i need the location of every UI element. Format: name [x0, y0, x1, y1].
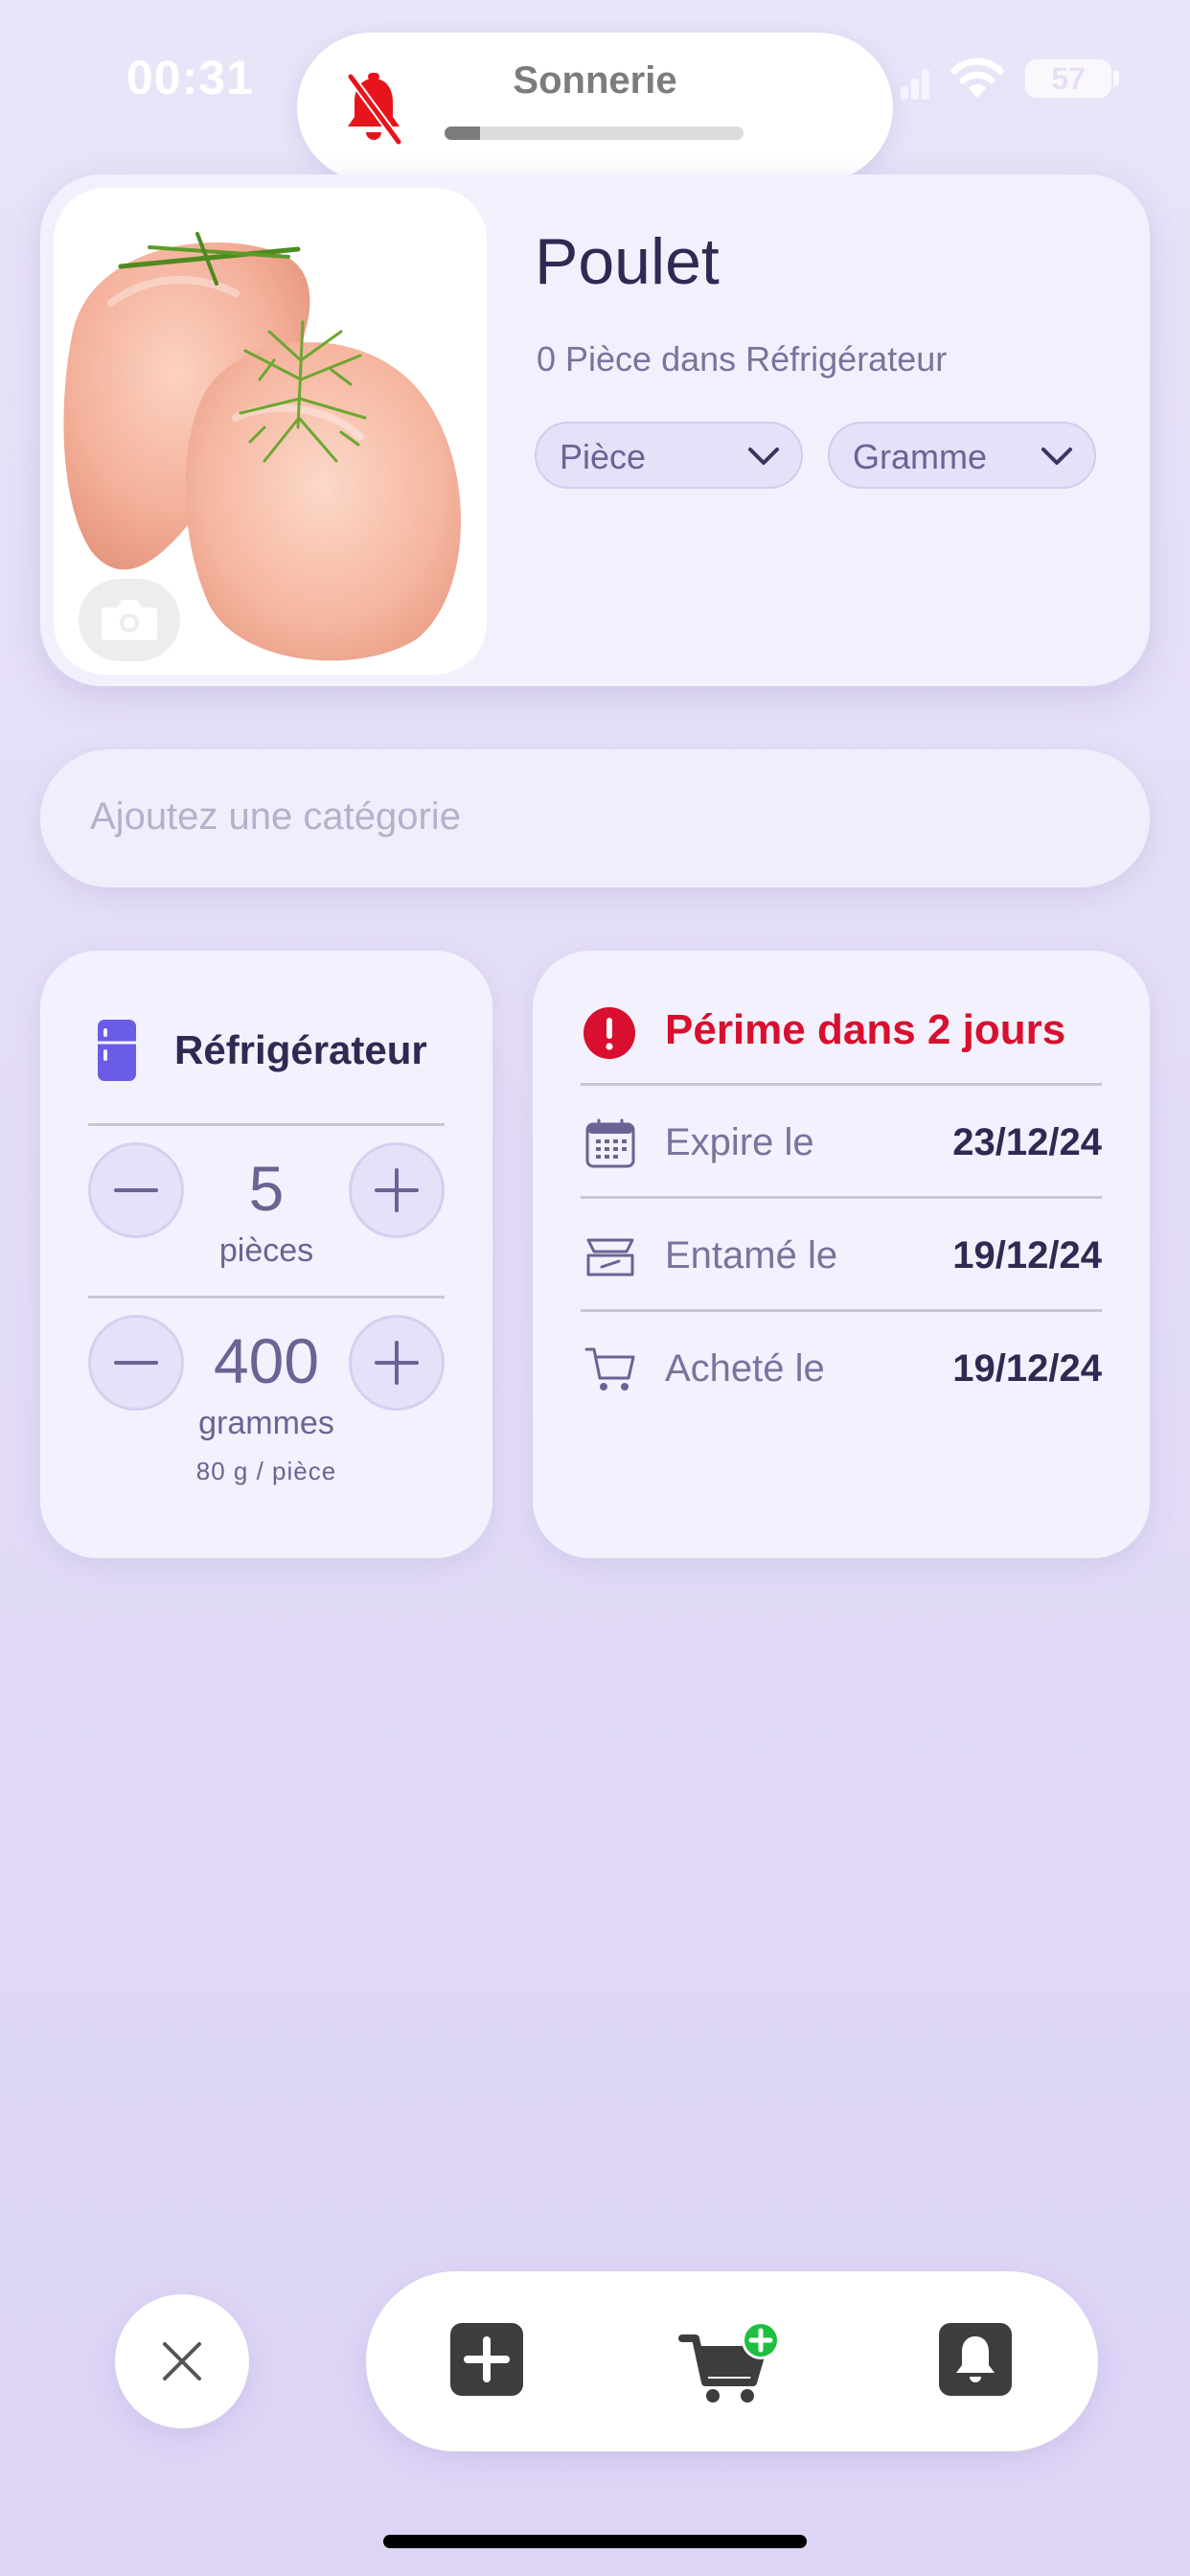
action-dock	[366, 2271, 1098, 2451]
divider	[88, 1123, 445, 1126]
wifi-icon	[950, 56, 1004, 100]
grams-per-piece: 80 g / pièce	[195, 1457, 337, 1485]
category-input[interactable]: Ajoutez une catégorie	[40, 749, 1150, 887]
cellular-signal-icon	[901, 59, 931, 100]
chevron-down-icon	[747, 445, 780, 468]
home-indicator[interactable]	[383, 2535, 807, 2548]
opened-box-icon	[584, 1230, 636, 1282]
unit-secondary-label: Gramme	[853, 437, 988, 476]
increment-grams-button[interactable]	[349, 1315, 445, 1411]
plus-icon	[375, 1341, 419, 1385]
opened-date[interactable]: 19/12/24	[952, 1234, 1102, 1277]
cart-icon	[584, 1344, 636, 1395]
decrement-grams-button[interactable]	[88, 1315, 184, 1411]
camera-button[interactable]	[79, 579, 180, 661]
expires-date[interactable]: 23/12/24	[952, 1121, 1102, 1164]
add-button[interactable]	[450, 2323, 523, 2396]
ringer-volume-fill	[445, 126, 481, 140]
bell-icon	[939, 2323, 1012, 2396]
minus-icon	[114, 1361, 158, 1365]
divider	[581, 1196, 1102, 1199]
ringer-island: Sonnerie	[297, 33, 893, 182]
cart-plus-icon	[678, 2321, 780, 2403]
product-card: Poulet 0 Pièce dans Réfrigérateur Pièce …	[40, 174, 1150, 686]
expiry-alert: Périme dans 2 jours	[665, 1006, 1066, 1053]
calendar-icon	[584, 1118, 636, 1170]
opened-label: Entamé le	[665, 1234, 838, 1276]
category-placeholder: Ajoutez une catégorie	[90, 795, 461, 838]
divider	[581, 1083, 1102, 1086]
close-icon	[163, 2342, 201, 2380]
divider	[88, 1296, 445, 1299]
storage-location[interactable]: Réfrigérateur	[174, 1027, 427, 1073]
unit-secondary-select[interactable]: Gramme	[828, 422, 1096, 489]
ringer-volume-slider[interactable]	[445, 126, 744, 140]
battery-tip	[1113, 71, 1119, 86]
expires-label: Expire le	[665, 1121, 814, 1163]
add-to-cart-button[interactable]	[678, 2319, 784, 2409]
bought-date[interactable]: 19/12/24	[952, 1347, 1102, 1391]
pieces-value[interactable]: 5	[184, 1152, 349, 1225]
minus-icon	[114, 1188, 158, 1192]
divider	[581, 1309, 1102, 1312]
plus-square-icon	[450, 2323, 523, 2396]
chevron-down-icon	[1041, 445, 1073, 468]
ringer-title: Sonnerie	[513, 59, 677, 102]
camera-icon	[102, 600, 157, 640]
increment-pieces-button[interactable]	[349, 1142, 445, 1238]
product-name: Poulet	[535, 225, 720, 298]
grams-value[interactable]: 400	[184, 1324, 349, 1397]
battery-level: 57	[1025, 59, 1111, 98]
storage-card: Réfrigérateur 5 pièces 400 grammes 80 g …	[40, 951, 492, 1558]
bought-label: Acheté le	[665, 1347, 825, 1390]
unit-primary-label: Pièce	[560, 437, 647, 476]
alert-icon	[583, 1006, 636, 1060]
status-time: 00:31	[126, 51, 254, 104]
fridge-icon	[98, 1020, 136, 1081]
plus-icon	[375, 1168, 419, 1212]
pieces-unit: pièces	[218, 1232, 314, 1269]
dates-card: Périme dans 2 jours Expire le 23/12/24 E…	[533, 951, 1150, 1558]
decrement-pieces-button[interactable]	[88, 1142, 184, 1238]
close-button[interactable]	[115, 2294, 249, 2428]
unit-primary-select[interactable]: Pièce	[535, 422, 803, 489]
stock-summary: 0 Pièce dans Réfrigérateur	[537, 339, 948, 379]
reminder-button[interactable]	[939, 2323, 1012, 2396]
grams-unit: grammes	[198, 1405, 334, 1441]
